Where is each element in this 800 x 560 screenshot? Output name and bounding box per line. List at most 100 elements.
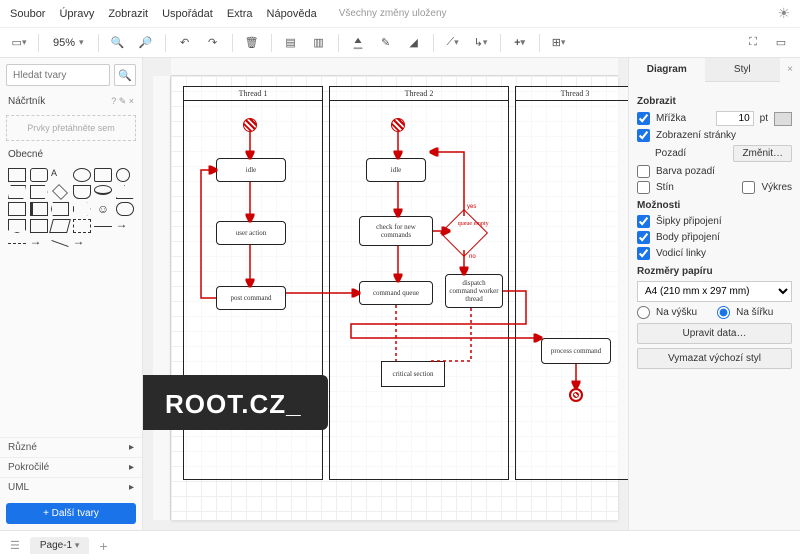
general-heading[interactable]: Obecné — [0, 145, 142, 164]
node-t2-start[interactable] — [391, 118, 405, 132]
shape-hex[interactable] — [30, 185, 48, 199]
shape-tri[interactable] — [116, 185, 134, 199]
table-icon[interactable]: ⊞▾ — [548, 32, 570, 54]
grid-size-input[interactable] — [716, 111, 754, 126]
search-icon[interactable]: 🔍 — [114, 64, 136, 86]
node-t2-check[interactable]: check for new commands — [359, 216, 433, 246]
node-t3-process[interactable]: process command — [541, 338, 611, 364]
shape-para[interactable] — [8, 185, 26, 199]
node-t1-start[interactable] — [243, 118, 257, 132]
more-shapes-button[interactable]: + Další tvary — [6, 503, 136, 524]
cat-misc[interactable]: Různé▸ — [0, 437, 142, 457]
swimlane-thread3[interactable]: Thread 3 — [515, 86, 628, 480]
shape-rhombus[interactable] — [52, 184, 68, 200]
cat-uml[interactable]: UML▸ — [0, 477, 142, 497]
btn-edit-data[interactable]: Upravit data… — [637, 323, 792, 344]
sidebar-toggle-icon[interactable]: ▭▾ — [8, 32, 30, 54]
undo-icon[interactable]: ↶ — [174, 32, 196, 54]
canvas-area[interactable]: Thread 1 Thread 2 Thread 3 idle user act… — [143, 58, 628, 530]
chk-pageview[interactable] — [637, 129, 650, 142]
line-color-icon[interactable]: ✎ — [375, 32, 397, 54]
zoom-in-icon[interactable]: 🔍 — [107, 32, 129, 54]
label-no: no — [469, 254, 476, 260]
shape-line[interactable] — [94, 226, 112, 227]
shape-step[interactable] — [51, 202, 69, 216]
shape-callout[interactable] — [73, 202, 91, 216]
shape-actor[interactable]: ☺ — [94, 202, 112, 216]
scratchpad-drop[interactable]: Prvky přetáhněte sem — [6, 115, 136, 141]
search-input[interactable] — [6, 64, 110, 86]
shape-data[interactable] — [49, 219, 71, 233]
shape-or[interactable] — [8, 219, 26, 233]
shadow-icon[interactable]: ◢ — [403, 32, 425, 54]
shape-note[interactable] — [30, 202, 48, 216]
fullscreen-icon[interactable]: ⛶ — [742, 32, 764, 54]
zoom-out-icon[interactable]: 🔎 — [135, 32, 157, 54]
connection-icon[interactable]: ⟋▾ — [442, 32, 464, 54]
chk-bgcolor[interactable] — [637, 165, 650, 178]
node-t1-idle[interactable]: idle — [216, 158, 286, 182]
radio-portrait[interactable] — [637, 306, 650, 319]
to-back-icon[interactable]: ▥ — [308, 32, 330, 54]
chk-shadow[interactable] — [637, 181, 650, 194]
shape-text[interactable]: A — [51, 168, 69, 182]
node-t2-queue[interactable]: command queue — [359, 281, 433, 305]
close-icon[interactable]: × — [780, 58, 800, 82]
paper-size-select[interactable]: A4 (210 mm x 297 mm) — [637, 281, 792, 302]
zoom-control[interactable]: 95%▾ — [47, 37, 90, 49]
menu-edit[interactable]: Úpravy — [59, 8, 94, 20]
shape-rect2[interactable] — [8, 202, 26, 216]
shape-rect3[interactable] — [30, 219, 48, 233]
node-t3-end[interactable] — [569, 388, 583, 402]
btn-change-bg[interactable]: Změnit… — [733, 145, 792, 162]
chk-conn-arrows[interactable] — [637, 215, 650, 228]
shape-round-rect[interactable] — [30, 168, 48, 182]
shape-square[interactable] — [94, 168, 112, 182]
menu-arrange[interactable]: Uspořádat — [162, 8, 213, 20]
chk-sketch[interactable] — [742, 181, 755, 194]
add-page-icon[interactable]: + — [99, 538, 107, 554]
fill-color-icon[interactable] — [347, 32, 369, 54]
chk-conn-points[interactable] — [637, 231, 650, 244]
canvas[interactable]: Thread 1 Thread 2 Thread 3 idle user act… — [171, 76, 618, 520]
scratchpad-heading[interactable]: Náčrtník? ✎ × — [0, 92, 142, 111]
shape-diag[interactable] — [51, 240, 68, 247]
shape-pill[interactable] — [116, 202, 134, 216]
menu-help[interactable]: Nápověda — [267, 8, 317, 20]
pages-icon[interactable]: ☰ — [10, 539, 20, 552]
chk-grid[interactable] — [637, 112, 650, 125]
tab-diagram[interactable]: Diagram — [629, 58, 705, 82]
delete-icon[interactable]: 🗑 — [241, 32, 263, 54]
grid-color[interactable] — [774, 112, 792, 126]
shape-circle[interactable] — [116, 168, 130, 182]
shape-doc[interactable] — [73, 185, 91, 199]
insert-icon[interactable]: +▾ — [509, 32, 531, 54]
tab-style[interactable]: Styl — [705, 58, 781, 82]
shape-arrow[interactable] — [116, 219, 134, 233]
node-t2-critical[interactable]: critical section — [381, 361, 445, 387]
node-t2-dispatch[interactable]: dispatch command worker thread — [445, 274, 503, 308]
chk-guides[interactable] — [637, 247, 650, 260]
shape-dash-line[interactable] — [8, 243, 26, 244]
node-t2-idle[interactable]: idle — [366, 158, 426, 182]
menu-file[interactable]: Soubor — [10, 8, 45, 20]
shape-arrow2[interactable] — [30, 236, 48, 250]
menu-extras[interactable]: Extra — [227, 8, 253, 20]
radio-landscape[interactable] — [717, 306, 730, 319]
cat-advanced[interactable]: Pokročilé▸ — [0, 457, 142, 477]
shape-dashed[interactable] — [73, 219, 91, 233]
shape-cylinder[interactable] — [94, 185, 112, 195]
waypoint-icon[interactable]: ↳▾ — [470, 32, 492, 54]
to-front-icon[interactable]: ▤ — [280, 32, 302, 54]
btn-reset-style[interactable]: Vymazat výchozí styl — [637, 348, 792, 369]
menu-view[interactable]: Zobrazit — [108, 8, 148, 20]
page-tab[interactable]: Page-1 ▾ — [30, 537, 90, 554]
format-panel-icon[interactable]: ▭ — [770, 32, 792, 54]
shape-biarrow[interactable] — [73, 236, 91, 250]
shape-rect[interactable] — [8, 168, 26, 182]
node-t1-post[interactable]: post command — [216, 286, 286, 310]
shape-ellipse[interactable] — [73, 168, 91, 182]
redo-icon[interactable]: ↷ — [202, 32, 224, 54]
theme-icon[interactable]: ☀ — [777, 5, 790, 22]
node-t1-useraction[interactable]: user action — [216, 221, 286, 245]
